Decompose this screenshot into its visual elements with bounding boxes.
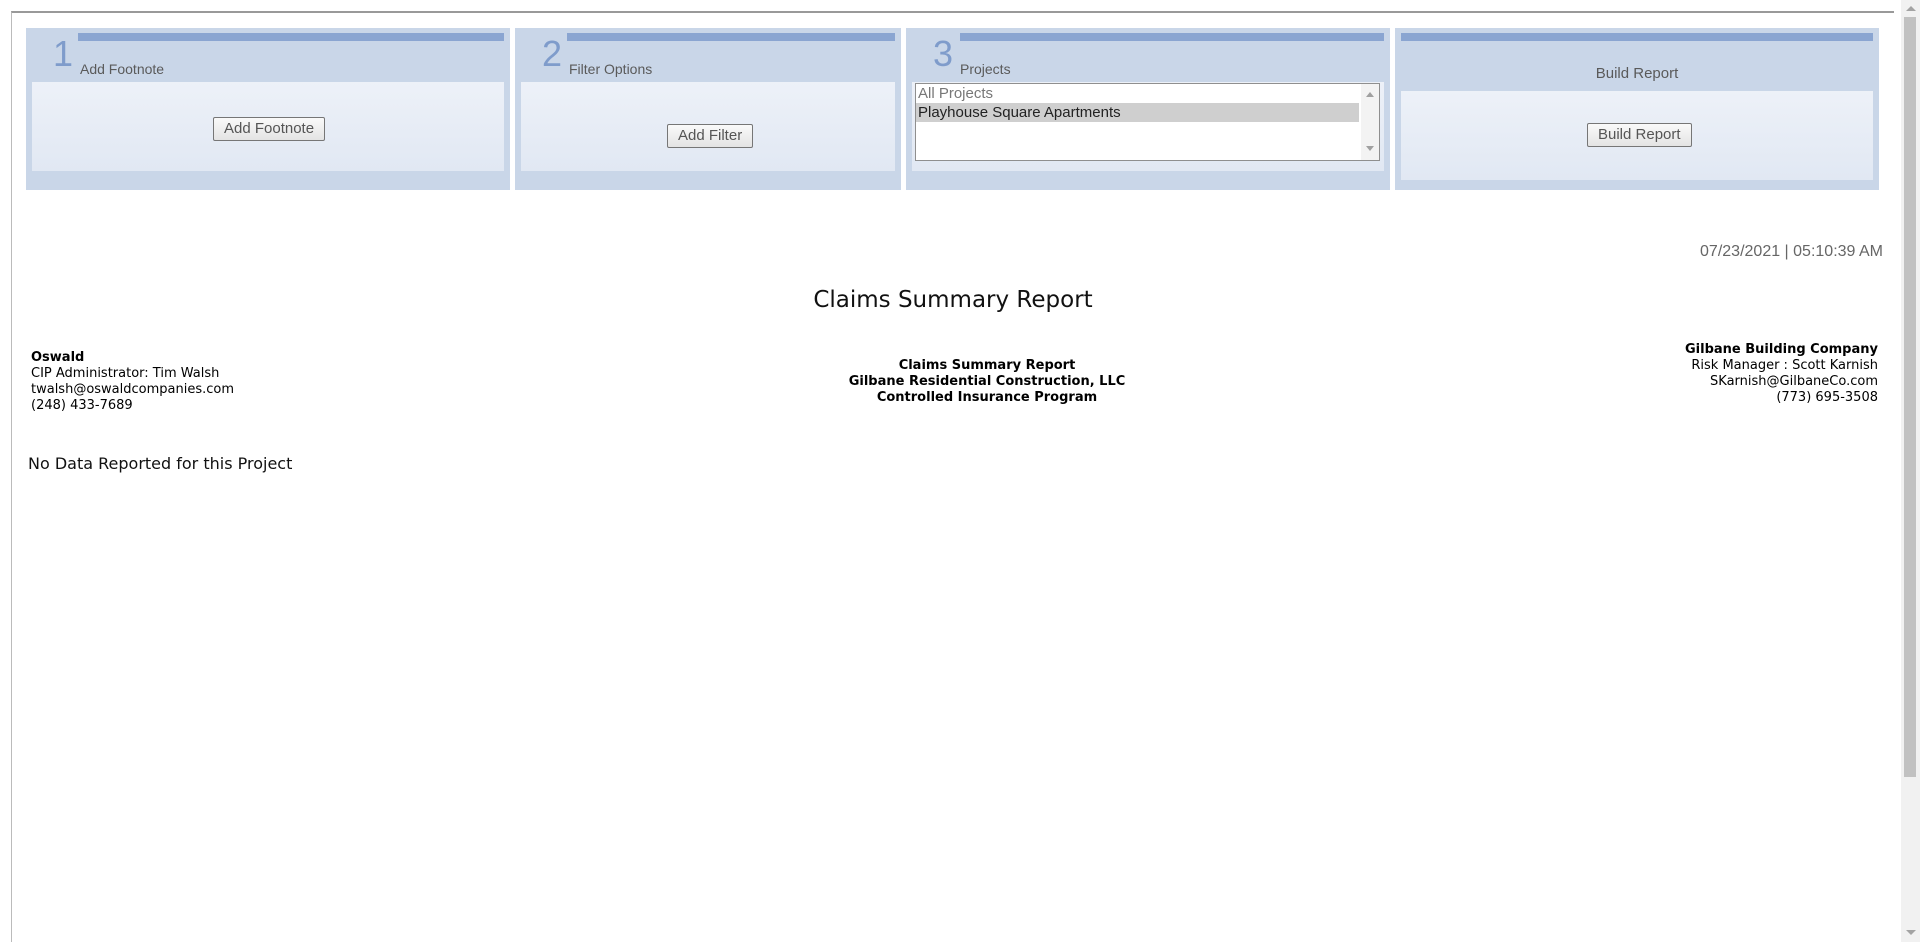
panel-title: Add Footnote	[80, 61, 165, 77]
right-contact-email: SKarnish@GilbaneCo.com	[1710, 374, 1878, 389]
scroll-up-arrow-icon[interactable]	[1366, 92, 1374, 97]
right-contact-phone: (773) 695-3508	[1776, 390, 1878, 405]
page-scrollbar[interactable]	[1901, 0, 1920, 942]
add-footnote-button[interactable]: Add Footnote	[213, 117, 326, 141]
right-contact-block: Gilbane Building Company Risk Manager : …	[1685, 342, 1878, 406]
panel-title: Build Report	[1595, 65, 1679, 82]
panel-header-bar	[960, 33, 1384, 41]
projects-listbox[interactable]: All Projects Playhouse Square Apartments	[915, 83, 1380, 161]
left-contact-company: Oswald	[31, 350, 85, 365]
project-option-selected[interactable]: Playhouse Square Apartments	[916, 103, 1359, 122]
panel-title: Projects	[960, 61, 1011, 77]
report-heading-line2: Gilbane Residential Construction, LLC	[848, 374, 1126, 389]
panel-header-bar	[1401, 33, 1873, 41]
step-add-footnote-panel: 1 Add Footnote Add Footnote	[26, 28, 510, 190]
step-number: 1	[53, 33, 74, 74]
step-number: 3	[933, 33, 954, 74]
left-contact-email: twalsh@oswaldcompanies.com	[31, 382, 235, 397]
report-title: Claims Summary Report	[813, 287, 1093, 313]
panel-header-bar	[78, 33, 504, 41]
build-report-button[interactable]: Build Report	[1587, 123, 1692, 147]
report-output: 07/23/2021 | 05:10:39 AM Claims Summary …	[11, 229, 1894, 942]
panel-header-bar	[567, 33, 895, 41]
report-heading-block: Claims Summary Report Gilbane Residentia…	[837, 358, 1137, 406]
report-heading-line3: Controlled Insurance Program	[876, 390, 1098, 405]
scroll-down-arrow-icon[interactable]	[1906, 930, 1916, 935]
report-toolbar: 1 Add Footnote Add Footnote 2 Filter Opt…	[11, 11, 1894, 231]
right-contact-role: Risk Manager : Scott Karnish	[1691, 358, 1878, 373]
panel-body: Build Report	[1401, 91, 1873, 180]
scroll-down-arrow-icon[interactable]	[1366, 146, 1374, 151]
step-build-report-panel: Build Report Build Report	[1395, 28, 1879, 190]
left-contact-role: CIP Administrator: Tim Walsh	[31, 366, 220, 381]
report-heading-line1: Claims Summary Report	[898, 358, 1076, 373]
project-option-all[interactable]: All Projects	[916, 84, 1359, 103]
page: 1 Add Footnote Add Footnote 2 Filter Opt…	[0, 0, 1920, 942]
left-contact-phone: (248) 433-7689	[31, 398, 133, 413]
listbox-scrollbar[interactable]	[1361, 84, 1379, 160]
right-contact-company: Gilbane Building Company	[1684, 342, 1878, 357]
panel-title: Filter Options	[569, 61, 653, 77]
step-number: 2	[542, 33, 563, 74]
panel-body: Add Filter	[521, 82, 895, 171]
scrollbar-thumb[interactable]	[1904, 17, 1916, 777]
report-timestamp: 07/23/2021 | 05:10:39 AM	[1700, 243, 1883, 260]
left-contact-block: Oswald CIP Administrator: Tim Walsh twal…	[31, 350, 234, 414]
panel-body: Add Footnote	[32, 82, 504, 171]
add-filter-button[interactable]: Add Filter	[667, 124, 754, 148]
scroll-up-arrow-icon[interactable]	[1906, 6, 1916, 11]
step-projects-panel: 3 Projects All Projects Playhouse Square…	[906, 28, 1390, 190]
no-data-message: No Data Reported for this Project	[28, 454, 293, 473]
step-filter-options-panel: 2 Filter Options Add Filter	[515, 28, 901, 190]
